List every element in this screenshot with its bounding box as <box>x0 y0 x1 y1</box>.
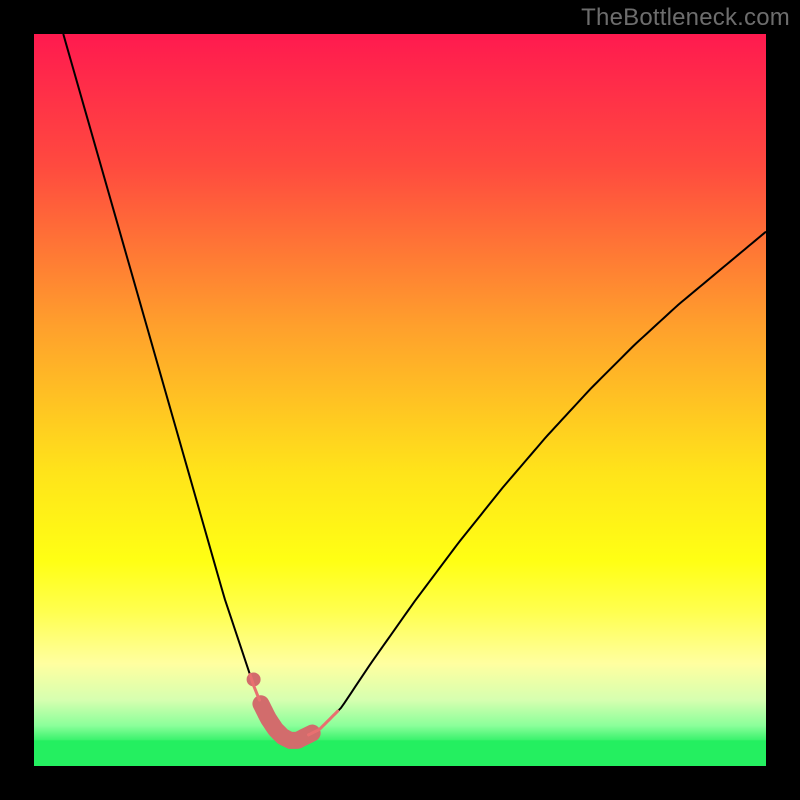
green-bottom-band <box>34 740 766 766</box>
outer-frame: TheBottleneck.com <box>0 0 800 800</box>
plot-area <box>34 34 766 766</box>
watermark-text: TheBottleneck.com <box>581 4 790 32</box>
gradient-background <box>34 34 766 766</box>
chart-svg <box>34 34 766 766</box>
